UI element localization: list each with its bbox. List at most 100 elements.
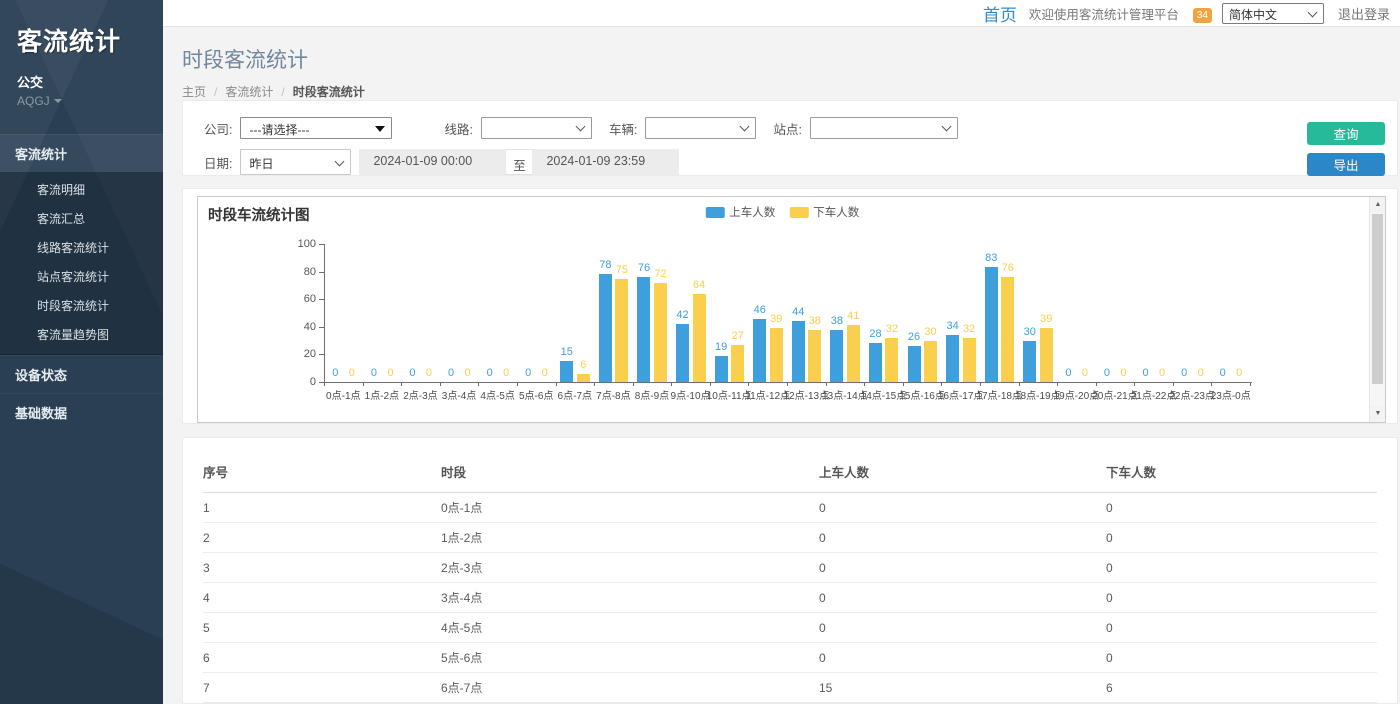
bar-value-label: 0 [542, 367, 548, 379]
table-cell: 0 [1106, 613, 1377, 643]
table-cell: 1点-2点 [441, 523, 819, 553]
bar-value-label: 0 [1198, 367, 1204, 379]
legend-item-alighting[interactable]: 下车人数 [789, 204, 859, 220]
chevron-down-icon [335, 157, 345, 167]
org-code-dropdown[interactable]: AQGJ [17, 94, 146, 108]
bar-下车人数 [654, 283, 667, 382]
sidebar-subitem[interactable]: 线路客流统计 [0, 233, 163, 262]
table-row: 76点-7点156 [203, 673, 1377, 703]
bar-value-label: 0 [1120, 367, 1126, 379]
bar-value-label: 0 [409, 367, 415, 379]
page-head: 时段客流统计 主页/客流统计/时段客流统计 [163, 27, 1400, 100]
x-axis-label: 1点-2点 [365, 387, 399, 402]
date-to-input[interactable]: 2024-01-09 23:59 [532, 149, 679, 175]
sidebar-subitem[interactable]: 站点客流统计 [0, 262, 163, 291]
bar-下车人数 [577, 374, 590, 382]
y-axis-tick [319, 327, 324, 328]
date-from-input[interactable]: 2024-01-09 00:00 [359, 149, 506, 175]
station-select[interactable] [810, 117, 958, 139]
legend-item-boarding[interactable]: 上车人数 [705, 204, 775, 220]
table-cell: 0 [1106, 523, 1377, 553]
x-axis-tick [324, 382, 325, 386]
filter-panel: 公司: ---请选择--- 线路: 车辆: 站点: 日期: [182, 100, 1398, 176]
table-row: 10点-1点00 [203, 493, 1377, 523]
bar-value-label: 44 [792, 306, 804, 318]
table-header-cell: 上车人数 [819, 448, 1106, 493]
sidebar: 客流统计 公交 AQGJ 客流统计客流明细客流汇总线路客流统计站点客流统计时段客… [0, 0, 163, 704]
bar-value-label: 42 [676, 309, 688, 321]
vehicle-select[interactable] [645, 117, 756, 139]
sidebar-item-1[interactable]: 设备状态 [0, 355, 163, 393]
bar-value-label: 38 [809, 315, 821, 327]
bar-value-label: 0 [371, 367, 377, 379]
y-axis-tick [319, 299, 324, 300]
bar-上车人数 [753, 319, 766, 382]
scrollbar-thumb[interactable] [1372, 214, 1383, 384]
sidebar-brand-area: 客流统计 公交 AQGJ [0, 0, 163, 122]
line-select[interactable] [481, 117, 592, 139]
bar-value-label: 0 [1236, 367, 1242, 379]
bar-上车人数 [676, 324, 689, 382]
sidebar-item-2[interactable]: 基础数据 [0, 393, 163, 431]
sidebar-subitem[interactable]: 客流汇总 [0, 204, 163, 233]
sidebar-subitem[interactable]: 客流明细 [0, 175, 163, 204]
language-select[interactable]: 简体中文 [1222, 3, 1324, 24]
bar-上车人数 [830, 330, 843, 382]
x-axis-tick [401, 382, 402, 386]
chart-scrollbar[interactable]: ▲ ▼ [1369, 197, 1385, 422]
bar-下车人数 [731, 345, 744, 382]
bar-value-label: 0 [426, 367, 432, 379]
date-range-select[interactable]: 昨日 [240, 149, 351, 175]
table-row: 32点-3点00 [203, 553, 1377, 583]
bar-value-label: 39 [1040, 313, 1052, 325]
breadcrumb: 主页/客流统计/时段客流统计 [182, 83, 1380, 100]
y-axis-label: 40 [284, 321, 316, 333]
breadcrumb-link[interactable]: 主页 [182, 83, 206, 100]
bar-上车人数 [946, 335, 959, 382]
station-label: 站点: [773, 119, 801, 138]
bar-value-label: 6 [580, 359, 586, 371]
x-axis-tick [1096, 382, 1097, 386]
x-axis-label: 9点-10点 [671, 387, 711, 402]
table-cell: 2 [203, 523, 441, 553]
x-axis-tick [1211, 382, 1212, 386]
x-axis-label: 4点-5点 [480, 387, 514, 402]
sidebar-subitem[interactable]: 时段客流统计 [0, 291, 163, 320]
chart-title: 时段车流统计图 [208, 204, 310, 225]
breadcrumb-link[interactable]: 客流统计 [225, 83, 273, 100]
sidebar-item-0[interactable]: 客流统计 [0, 134, 163, 172]
sidebar-subitem[interactable]: 客流量趋势图 [0, 320, 163, 349]
logout-link[interactable]: 退出登录 [1338, 4, 1390, 23]
x-axis-tick [1019, 382, 1020, 386]
bar-value-label: 78 [599, 259, 611, 271]
bar-value-label: 72 [654, 268, 666, 280]
scroll-up-icon[interactable]: ▲ [1370, 197, 1386, 213]
x-axis-tick [633, 382, 634, 386]
x-axis-tick [826, 382, 827, 386]
table-header-cell: 时段 [441, 448, 819, 493]
legend-label: 上车人数 [729, 204, 775, 220]
dropdown-arrow-icon [375, 126, 385, 132]
query-button[interactable]: 查询 [1307, 122, 1385, 145]
bar-value-label: 0 [1181, 367, 1187, 379]
bar-下车人数 [615, 279, 628, 383]
scroll-down-icon[interactable]: ▼ [1370, 406, 1386, 422]
bar-value-label: 38 [831, 315, 843, 327]
bar-上车人数 [560, 361, 573, 382]
company-select[interactable]: ---请选择--- [240, 117, 392, 139]
bar-value-label: 0 [525, 367, 531, 379]
x-axis-label: 0点-1点 [326, 387, 360, 402]
bar-value-label: 76 [1002, 262, 1014, 274]
topbar: 首页 欢迎使用客流统计管理平台 34 简体中文 退出登录 [163, 0, 1400, 27]
bar-value-label: 0 [349, 367, 355, 379]
bar-value-label: 32 [963, 323, 975, 335]
home-link[interactable]: 首页 [983, 1, 1017, 26]
date-separator: 至 [506, 149, 532, 175]
table-cell: 6 [203, 643, 441, 673]
table-cell: 0 [819, 613, 1106, 643]
language-select-value: 简体中文 [1229, 8, 1277, 22]
table-cell: 5 [203, 613, 441, 643]
table-cell: 4 [203, 583, 441, 613]
table-cell: 6 [1106, 673, 1377, 703]
export-button[interactable]: 导出 [1307, 153, 1385, 176]
